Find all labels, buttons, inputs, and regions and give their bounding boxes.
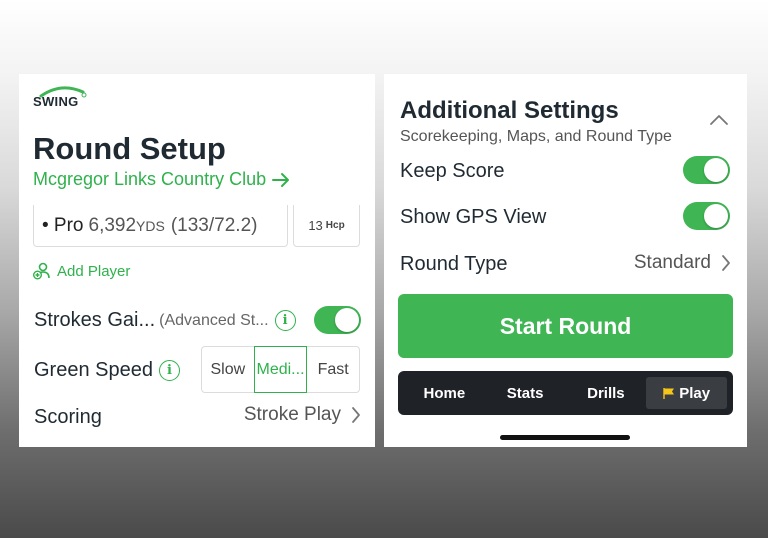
start-round-button[interactable]: Start Round bbox=[398, 294, 733, 358]
toggle-knob bbox=[335, 308, 359, 332]
green-speed-option-fast[interactable]: Fast bbox=[307, 347, 359, 392]
bottom-tab-bar: Home Stats Drills Play bbox=[398, 371, 733, 415]
flag-icon bbox=[663, 387, 675, 399]
add-player-button[interactable]: Add Player bbox=[33, 262, 130, 280]
handicap-label: Hcp bbox=[325, 220, 345, 231]
strokes-gained-row: Strokes Gai... (Advanced St... i bbox=[34, 309, 296, 332]
tee-yards: 6,392 bbox=[88, 214, 137, 236]
strokes-gained-toggle[interactable] bbox=[314, 306, 361, 334]
keep-score-toggle[interactable] bbox=[683, 156, 730, 184]
green-speed-selector: Slow Medi... Fast bbox=[201, 346, 360, 393]
tab-label: Stats bbox=[506, 384, 544, 402]
home-indicator[interactable] bbox=[500, 435, 630, 440]
round-type-value: Standard bbox=[633, 252, 711, 273]
scoring-label: Scoring bbox=[34, 406, 102, 428]
scoring-selector[interactable]: Stroke Play bbox=[244, 404, 361, 426]
info-icon[interactable]: i bbox=[158, 360, 180, 381]
strokes-gained-sublabel: (Advanced St... bbox=[159, 311, 269, 329]
round-type-label: Round Type bbox=[400, 253, 508, 275]
tab-label: Play bbox=[679, 384, 711, 402]
green-speed-option-medium[interactable]: Medi... bbox=[253, 346, 308, 393]
green-speed-row: Green Speed i bbox=[34, 359, 180, 382]
scoring-value: Stroke Play bbox=[243, 404, 341, 425]
add-player-label: Add Player bbox=[57, 262, 131, 280]
green-speed-option-slow[interactable]: Slow bbox=[202, 347, 254, 392]
round-setup-panel: SWING Round Setup Mcgregor Links Country… bbox=[19, 74, 375, 447]
toggle-knob bbox=[704, 204, 728, 228]
info-icon[interactable]: i bbox=[274, 310, 296, 331]
show-gps-label: Show GPS View bbox=[400, 206, 547, 228]
keep-score-label: Keep Score bbox=[400, 160, 505, 182]
chevron-right-icon bbox=[722, 255, 730, 271]
tee-selector[interactable]: • Pro 6,392 YDS (133/72.2) bbox=[33, 205, 288, 247]
tab-home[interactable]: Home bbox=[404, 377, 485, 409]
course-link[interactable]: Mcgregor Links Country Club bbox=[33, 169, 290, 190]
green-speed-label: Green Speed bbox=[34, 359, 153, 381]
tee-yards-unit: YDS bbox=[136, 217, 165, 234]
page-title: Round Setup bbox=[33, 131, 226, 166]
additional-settings-panel: Additional Settings Scorekeeping, Maps, … bbox=[384, 74, 747, 447]
course-name: Mcgregor Links Country Club bbox=[33, 169, 267, 189]
tab-play[interactable]: Play bbox=[646, 377, 727, 409]
add-user-icon bbox=[33, 262, 50, 280]
settings-subtitle: Scorekeeping, Maps, and Round Type bbox=[400, 128, 672, 145]
arrow-right-icon bbox=[272, 172, 290, 187]
chevron-right-icon bbox=[352, 407, 360, 423]
show-gps-toggle[interactable] bbox=[683, 202, 730, 230]
tee-rating: (133/72.2) bbox=[170, 214, 258, 236]
strokes-gained-label: Strokes Gai... bbox=[34, 309, 156, 331]
settings-title: Additional Settings bbox=[400, 97, 619, 124]
handicap-value: 13 bbox=[308, 218, 323, 233]
tab-label: Drills bbox=[587, 384, 625, 402]
tab-drills[interactable]: Drills bbox=[566, 377, 647, 409]
logo-text: SWING bbox=[33, 94, 79, 109]
handicap-field[interactable]: 13 Hcp bbox=[293, 205, 360, 247]
tee-name: • Pro bbox=[42, 214, 84, 236]
tab-stats[interactable]: Stats bbox=[485, 377, 566, 409]
toggle-knob bbox=[704, 158, 728, 182]
swing-logo: SWING bbox=[33, 84, 93, 109]
tab-label: Home bbox=[423, 384, 466, 402]
chevron-up-icon[interactable] bbox=[709, 114, 729, 126]
round-type-selector[interactable]: Standard bbox=[634, 252, 731, 274]
